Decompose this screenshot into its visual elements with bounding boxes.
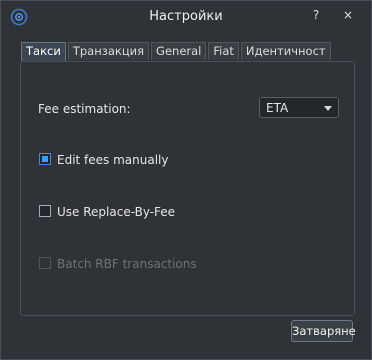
batch-rbf-checkbox: [39, 257, 51, 269]
close-button[interactable]: Затваряне: [291, 320, 356, 342]
tab-general[interactable]: General: [151, 42, 207, 60]
chevron-down-icon: [324, 106, 332, 111]
batch-rbf-label: Batch RBF transactions: [57, 257, 197, 271]
replace-by-fee-checkbox[interactable]: [39, 205, 51, 217]
tab-transaction[interactable]: Транзакция: [67, 42, 150, 60]
tab-fiat[interactable]: Fiat: [208, 42, 239, 60]
close-window-button[interactable]: ×: [338, 5, 358, 25]
tab-bar: Такси Транзакция General Fiat Идентичнос…: [21, 42, 333, 61]
fee-estimation-label: Fee estimation:: [38, 102, 131, 116]
fee-estimation-select[interactable]: ETA: [259, 97, 339, 118]
edit-fees-manually-label: Edit fees manually: [57, 153, 169, 167]
tab-identity[interactable]: Идентичност: [240, 42, 331, 60]
settings-dialog: Настройки ? × Такси Транзакция General F…: [0, 0, 372, 360]
tab-fees[interactable]: Такси: [21, 42, 66, 61]
replace-by-fee-label: Use Replace-By-Fee: [57, 205, 176, 219]
title-bar: Настройки ? ×: [1, 1, 371, 33]
edit-fees-manually-checkbox[interactable]: [39, 153, 51, 165]
help-button[interactable]: ?: [306, 5, 326, 25]
fee-estimation-value: ETA: [266, 101, 289, 115]
